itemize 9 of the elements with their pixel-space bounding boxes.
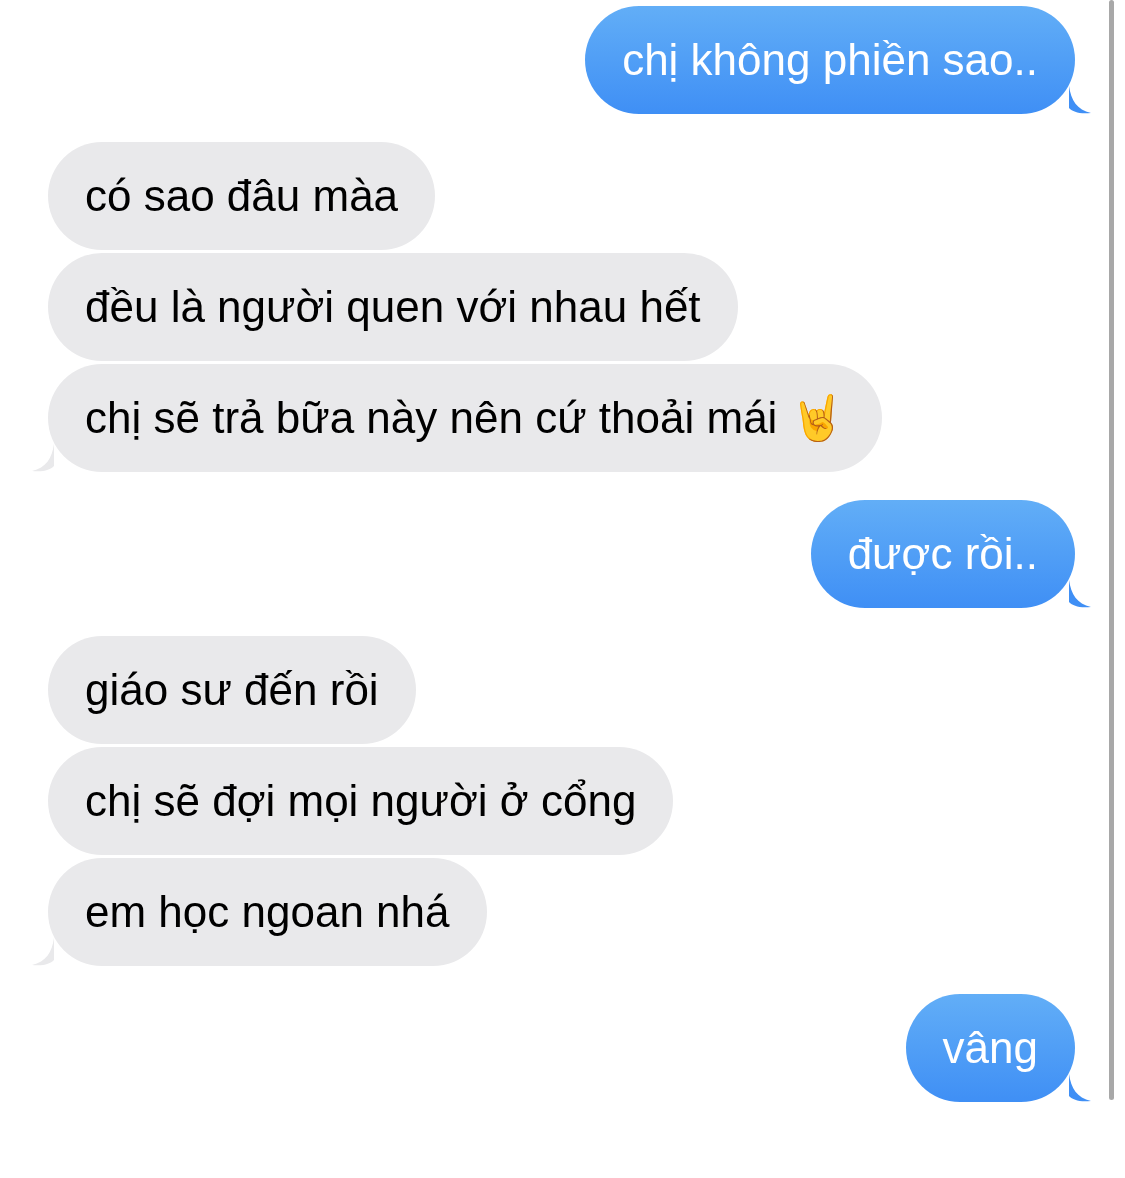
- message-bubble: có sao đâu màa: [48, 142, 436, 250]
- message-bubble: chị sẽ đợi mọi người ở cổng: [48, 747, 674, 855]
- message-bubble: được rồi..: [810, 500, 1075, 608]
- message-bubble: đều là người quen với nhau hết: [48, 253, 738, 361]
- message-bubble: chị không phiền sao..: [585, 6, 1075, 114]
- message-bubble: em học ngoan nhá: [48, 858, 487, 966]
- message-bubble: vâng: [905, 994, 1075, 1102]
- message-bubble: chị sẽ trả bữa này nên cứ thoải mái 🤘: [48, 364, 882, 472]
- message-bubble: giáo sư đến rồi: [48, 636, 416, 744]
